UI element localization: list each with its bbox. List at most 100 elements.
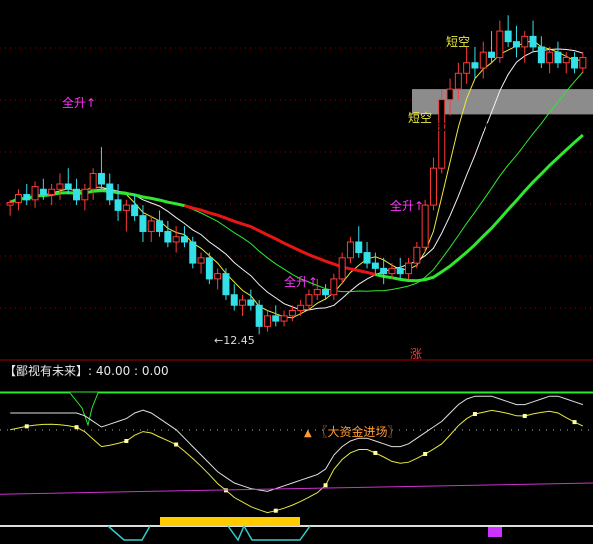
band-price-label: 16.62 - 17.10	[418, 121, 492, 134]
candle-body	[164, 230, 172, 243]
candle-body	[280, 315, 288, 322]
ind-marker	[273, 508, 278, 513]
candle-body	[263, 315, 271, 327]
candle-body	[388, 267, 396, 275]
candle-body	[106, 183, 114, 201]
ind-marker	[24, 424, 29, 429]
ma30-line-b	[184, 204, 376, 276]
candle-body	[205, 257, 213, 280]
annotation-text: 〖大资金进场〗	[315, 425, 400, 439]
candle-body	[230, 294, 238, 306]
triangle-up-icon: ▲	[304, 428, 312, 439]
candle-body	[413, 246, 421, 264]
ind-yellow-line	[10, 409, 584, 514]
candle-body	[139, 215, 147, 232]
ind-marker	[323, 483, 328, 488]
ind-marker	[522, 413, 527, 418]
indicator-header: 【鄙视有未来】: 40.00 : 0.00	[4, 362, 169, 379]
candle-body	[322, 288, 330, 296]
candle-body	[222, 273, 230, 296]
candle-body	[48, 188, 56, 196]
candle-body	[56, 183, 64, 190]
annotation-big-money: ▲ 〖大资金进场〗	[304, 423, 400, 440]
label-signal: 全升↑	[284, 274, 318, 289]
candle-body	[471, 62, 479, 69]
candle-body	[562, 56, 570, 64]
candle-body	[14, 194, 22, 203]
candle-body	[396, 267, 404, 275]
candle-body	[355, 241, 363, 254]
candle-body	[288, 310, 296, 317]
candle-body	[330, 278, 338, 296]
candle-body	[537, 46, 545, 64]
candle-body	[313, 288, 321, 296]
candle-body	[172, 236, 180, 243]
candle-body	[338, 257, 346, 280]
candle-body	[554, 51, 562, 64]
candle-body	[39, 188, 47, 196]
candle-body	[64, 183, 72, 190]
candle-body	[346, 241, 354, 259]
candle-body	[496, 30, 504, 58]
candle-body	[405, 262, 413, 275]
candle-body	[97, 172, 105, 185]
chart-canvas: 全升↑全升↑全升↑短空短空	[0, 15, 593, 542]
candle-body	[214, 273, 222, 280]
candle-body	[189, 241, 197, 264]
label-signal: 全升↑	[390, 198, 424, 213]
candle-body	[147, 220, 155, 232]
label-signal: 全升↑	[62, 95, 96, 110]
candle-body	[122, 204, 130, 211]
candle-body	[180, 236, 188, 243]
candle-body	[247, 299, 255, 306]
ind-green-line	[0, 392, 593, 427]
indicator-values: : 40.00 : 0.00	[88, 364, 169, 378]
ind-marker	[423, 451, 428, 456]
ind-marker	[174, 442, 179, 447]
ind-marker	[572, 420, 577, 425]
candle-body	[305, 294, 313, 306]
candle-body	[73, 188, 81, 201]
candle-body	[380, 267, 388, 275]
candle-body	[504, 30, 512, 43]
ind-marker	[472, 412, 477, 417]
candle-body	[23, 194, 31, 201]
ind-yellow-bar	[160, 517, 300, 526]
ind-purple-block	[488, 527, 502, 537]
ind-marker	[373, 450, 378, 455]
candle-body	[571, 56, 579, 69]
candle-body	[6, 201, 14, 206]
low-price-label: ←12.45	[214, 334, 255, 347]
ind-cyan-shape	[107, 524, 311, 542]
ind-magenta-line	[0, 482, 593, 495]
candle-body	[197, 257, 205, 264]
candle-body	[31, 186, 39, 201]
candle-body	[463, 62, 471, 74]
candle-body	[255, 304, 263, 327]
ind-white-line	[10, 395, 584, 492]
ind-marker	[74, 425, 79, 430]
candle-body	[89, 172, 97, 190]
label-short: 短空	[446, 35, 470, 49]
indicator-panel	[0, 391, 593, 542]
annotations: 全升↑全升↑全升↑短空短空	[62, 35, 470, 289]
candle-body	[488, 51, 496, 58]
candle-body	[81, 188, 89, 201]
candle-body	[521, 35, 529, 48]
candle-body	[579, 56, 587, 69]
candle-body	[156, 220, 164, 232]
candle-body	[529, 35, 537, 48]
candle-body	[512, 41, 520, 48]
candle-body	[371, 262, 379, 269]
stock-chart: 全升↑ 全升↑ 全升↑ 短空 短空 【鄙视有未来】: 40.00 : 0.00 ▲ 〖大…	[0, 0, 593, 544]
candle-body	[131, 204, 139, 217]
ind-marker	[124, 438, 129, 443]
candle-body	[114, 199, 122, 211]
candle-body	[454, 72, 462, 90]
candle-body	[239, 299, 247, 306]
indicator-title: 【鄙视有未来】	[4, 364, 89, 378]
candle-body	[429, 167, 437, 206]
candle-body	[446, 88, 454, 101]
candle-body	[297, 304, 305, 312]
candle-body	[546, 51, 554, 64]
